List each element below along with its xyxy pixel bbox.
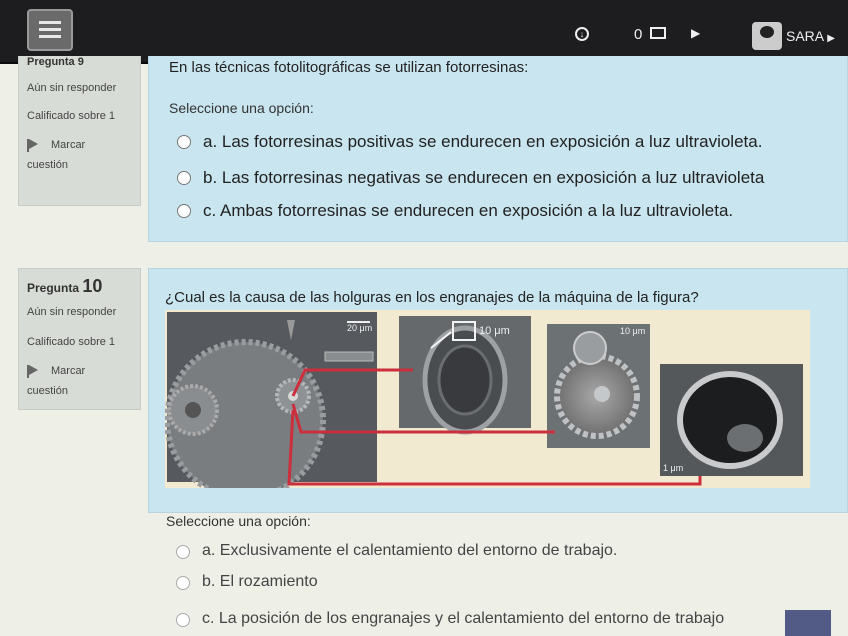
radio-option-b[interactable] [177,171,191,185]
user-name: SARA [786,28,824,44]
avatar [752,22,782,50]
download-icon[interactable]: ↓ [575,27,589,41]
message-count: 0 [634,26,643,43]
flag-icon[interactable] [27,139,41,152]
option-c-label[interactable]: c. Ambas fotorresinas se endurecen en ex… [203,201,733,221]
option-c-label[interactable]: c. La posición de los engranajes y el ca… [202,610,724,628]
radio-option-a[interactable] [176,545,190,559]
select-prompt: Seleccione una opción: [169,100,314,116]
scale-label-1: 20 μm [347,323,372,333]
flag-question-link-2[interactable]: cuestión [27,159,68,171]
option-a-label[interactable]: a. Exclusivamente el calentamiento del e… [202,542,617,560]
corner-button[interactable] [785,610,831,636]
question-label: Pregunta [27,56,75,68]
question-status: Aún sin responder [27,82,117,94]
radio-option-a[interactable] [177,135,191,149]
user-menu-caret-icon: ▶ [827,33,835,44]
question-status: Aún sin responder [27,306,117,318]
flag-question-link-2[interactable]: cuestión [27,385,68,397]
radio-option-b[interactable] [176,576,190,590]
question-label: Pregunta [27,281,80,295]
top-navbar: ↓ 0 ▶ SARA ▶ [0,0,848,64]
flag-question-link[interactable]: Marcar [51,365,85,377]
question-text: En las técnicas fotolitográficas se util… [169,59,529,76]
gears-figure: 20 μm 10 μm 10 μm 1 μm [164,310,810,501]
question-number: 10 [82,276,103,296]
question-10-info: Pregunta 10 Aún sin responder Calificado… [18,268,141,410]
radio-option-c[interactable] [177,204,191,218]
option-b-label[interactable]: b. El rozamiento [202,573,318,591]
scale-label-4: 1 μm [663,463,683,473]
question-9-content: En las técnicas fotolitográficas se util… [148,56,848,242]
question-grading: Calificado sobre 1 [27,110,116,122]
question-text: ¿Cual es la causa de las holguras en los… [165,289,699,306]
radio-option-c[interactable] [176,613,190,627]
question-9-info: Pregunta 9 Aún sin responder Calificado … [18,56,141,206]
select-prompt: Seleccione una opción: [166,513,311,529]
mail-icon[interactable] [650,27,666,39]
option-a-label[interactable]: a. Las fotorresinas positivas se endurec… [203,132,762,152]
caret-right-icon[interactable]: ▶ [691,26,700,40]
menu-icon[interactable] [27,9,73,51]
scale-label-2: 10 μm [479,325,510,337]
flag-icon[interactable] [27,365,41,378]
question-number: 9 [77,56,84,68]
scale-label-3: 10 μm [620,326,645,336]
gears-figure-svg: 20 μm 10 μm 10 μm 1 μm [164,312,803,501]
flag-question-link[interactable]: Marcar [51,139,85,151]
question-grading: Calificado sobre 1 [27,336,116,348]
option-b-label[interactable]: b. Las fotorresinas negativas se endurec… [203,168,764,188]
